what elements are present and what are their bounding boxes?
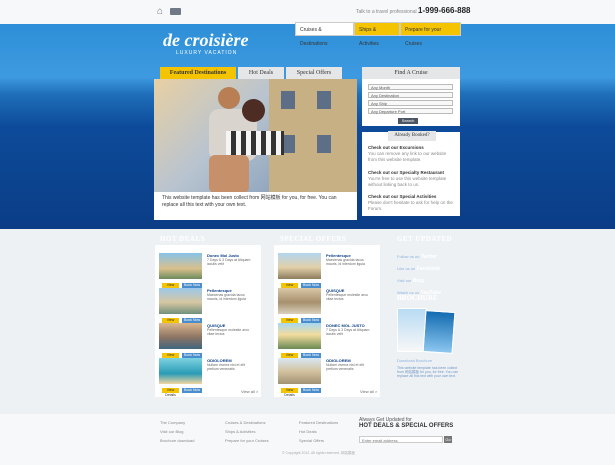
top-bar: ⌂ Talk to a travel professional 1-999-66… bbox=[0, 0, 615, 24]
find-cruise-title: Find A Cruise bbox=[362, 67, 460, 79]
view-all-special-offers[interactable]: View all > bbox=[360, 389, 377, 394]
already-booked-title: Already Booked? bbox=[388, 131, 436, 141]
deal-text: Nullam viverra nisi et elit pretium vene… bbox=[207, 363, 245, 371]
window bbox=[281, 91, 295, 109]
mail-icon[interactable] bbox=[170, 8, 181, 15]
destination-select[interactable]: Any Destination bbox=[368, 92, 453, 98]
woman-dress bbox=[226, 131, 284, 155]
offer-thumbnail bbox=[278, 358, 321, 384]
get-updated-heading: GET UPDATED bbox=[397, 235, 453, 243]
deal-thumbnail bbox=[159, 288, 202, 314]
nav-cruises-destinations[interactable]: Cruises & Destinations bbox=[295, 22, 354, 47]
book-now-button[interactable]: Book Now bbox=[182, 388, 202, 393]
footer-link[interactable]: Prepare for your Cruises bbox=[225, 436, 269, 445]
activities-text: Please don't hesitate to ask for help on… bbox=[368, 200, 453, 211]
phone-number: 1-999-666-888 bbox=[418, 6, 471, 15]
footer-link[interactable]: Brochure download bbox=[160, 436, 194, 445]
youtube-link[interactable]: Watch us on YouTube bbox=[397, 287, 441, 299]
list-item: ODIOLOREM Nullam viverra nisi et elit pr… bbox=[159, 358, 257, 397]
special-offers-heading: SPECIAL OFFERS bbox=[280, 235, 347, 243]
list-item: Pellentesque Maecenas gravida lacus maur… bbox=[159, 288, 257, 327]
offer-text: 7 Days & 3 Days at Aliquam iaculis velit bbox=[326, 328, 370, 336]
list-item: QUISQUE Pellentesque molestie arcu vitae… bbox=[159, 323, 257, 362]
brochure-text: This website template has been collect f… bbox=[397, 366, 459, 378]
deal-thumbnail bbox=[159, 323, 202, 349]
woman-head bbox=[242, 99, 265, 122]
main-nav: Cruises & Destinations Ships & Activitie… bbox=[295, 22, 461, 47]
deal-text: 7 Days & 3 Days at Aliquam iaculis velit bbox=[207, 258, 251, 266]
newsletter-title: HOT DEALS & SPECIAL OFFERS bbox=[359, 423, 454, 429]
offer-thumbnail bbox=[278, 323, 321, 349]
special-offers-panel: Pellentesque Maecenas gravida lacus maur… bbox=[274, 245, 380, 397]
page: ⌂ Talk to a travel professional 1-999-66… bbox=[0, 0, 615, 465]
footer-column-cruises: Cruises & Destinations Ships & Activitie… bbox=[225, 418, 269, 445]
footer-column-company: The Company Visit our Blog Brochure down… bbox=[160, 418, 194, 445]
ship-select[interactable]: Any Ship bbox=[368, 100, 453, 106]
list-item: Donec Mol Justo 7 Days & 3 Days at Aliqu… bbox=[159, 253, 257, 292]
footer-link[interactable]: Cruises & Destinations bbox=[225, 418, 269, 427]
month-select[interactable]: Any Month bbox=[368, 84, 453, 90]
newsletter-go-button[interactable]: Go bbox=[444, 436, 452, 443]
download-brochure-link[interactable]: Download Brochure bbox=[397, 358, 432, 363]
newsletter: Always Get Updated for HOT DEALS & SPECI… bbox=[359, 417, 453, 429]
social-links: Follow us on Twitter Like us on Facebook… bbox=[397, 251, 441, 299]
activities-item: Check out our Special Activities Please … bbox=[368, 194, 456, 212]
excursions-item: Check out our Excursions You can remove … bbox=[368, 145, 456, 163]
offer-thumbnail bbox=[278, 288, 321, 314]
nav-ships-activities[interactable]: Ships & Activities bbox=[354, 22, 400, 47]
excursions-text: You can remove any link to our website f… bbox=[368, 151, 447, 162]
hot-deals-heading: HOT DEALS bbox=[160, 235, 206, 243]
offer-text: Pellentesque molestie arcu vitae lectus bbox=[326, 293, 369, 301]
copyright: © Copyright 2012. All rights reserved. 网… bbox=[282, 451, 355, 455]
brochure-image[interactable] bbox=[397, 307, 456, 354]
deal-text: Maecenas gravida lacus mauris, id interd… bbox=[207, 293, 246, 301]
list-item: Pellentesque Maecenas gravida lacus maur… bbox=[278, 253, 376, 292]
home-icon[interactable]: ⌂ bbox=[157, 7, 166, 17]
brochure-cover bbox=[422, 310, 456, 354]
hot-deals-panel: Donec Mol Justo 7 Days & 3 Days at Aliqu… bbox=[155, 245, 261, 397]
facebook-link[interactable]: Like us on Facebook bbox=[397, 263, 441, 275]
woman-legs bbox=[209, 155, 249, 192]
restaurant-text: You're free to use this website template… bbox=[368, 176, 447, 187]
blog-link[interactable]: Visit our Blog bbox=[397, 275, 441, 287]
list-item: QUISQUE Pellentesque molestie arcu vitae… bbox=[278, 288, 376, 327]
twitter-link[interactable]: Follow us on Twitter bbox=[397, 251, 441, 263]
deal-text: Pellentesque molestie arcu vitae lectus bbox=[207, 328, 250, 336]
email-field[interactable]: Enter email address bbox=[359, 436, 443, 443]
deal-thumbnail bbox=[159, 253, 202, 279]
port-select[interactable]: Any Departure Port bbox=[368, 108, 453, 114]
featured-photo bbox=[154, 79, 357, 192]
nav-prepare-cruises[interactable]: Prepare for your Cruises bbox=[400, 22, 461, 47]
site-tagline: LUXURY VACATION bbox=[176, 50, 238, 56]
view-all-hot-deals[interactable]: View all > bbox=[241, 389, 258, 394]
footer-link[interactable]: The Company bbox=[160, 418, 194, 427]
offer-thumbnail bbox=[278, 253, 321, 279]
site-logo[interactable]: de croisière bbox=[163, 30, 248, 51]
search-button[interactable]: Search bbox=[398, 118, 418, 124]
window bbox=[317, 91, 331, 109]
list-item: ODIOLOREM Nullam viverra nisi et elit pr… bbox=[278, 358, 376, 397]
footer-link[interactable]: Visit our Blog bbox=[160, 427, 194, 436]
footer-link[interactable]: Hot Deals bbox=[299, 427, 338, 436]
offer-text: Nullam viverra nisi et elit pretium vene… bbox=[326, 363, 364, 371]
man-head bbox=[218, 87, 240, 109]
window bbox=[317, 135, 331, 153]
book-now-button[interactable]: Book Now bbox=[301, 388, 321, 393]
footer-link[interactable]: Special Offers bbox=[299, 436, 338, 445]
view-details-button[interactable]: View Details bbox=[162, 388, 179, 397]
footer-link[interactable]: Ships & Activities bbox=[225, 427, 269, 436]
restaurant-item: Check out our Specialty Restaurant You'r… bbox=[368, 170, 456, 188]
talk-text: Talk to a travel professional bbox=[356, 9, 417, 15]
hero-caption: This website template has been collect f… bbox=[154, 192, 357, 220]
deal-thumbnail bbox=[159, 358, 202, 384]
view-details-button[interactable]: View Details bbox=[281, 388, 298, 397]
offer-text: Maecenas gravida lacus mauris, id interd… bbox=[326, 258, 365, 266]
footer-column-featured: Featured Destinations Hot Deals Special … bbox=[299, 418, 338, 445]
list-item: DONEC MOL JUSTO 7 Days & 3 Days at Aliqu… bbox=[278, 323, 376, 362]
footer-link[interactable]: Featured Destinations bbox=[299, 418, 338, 427]
